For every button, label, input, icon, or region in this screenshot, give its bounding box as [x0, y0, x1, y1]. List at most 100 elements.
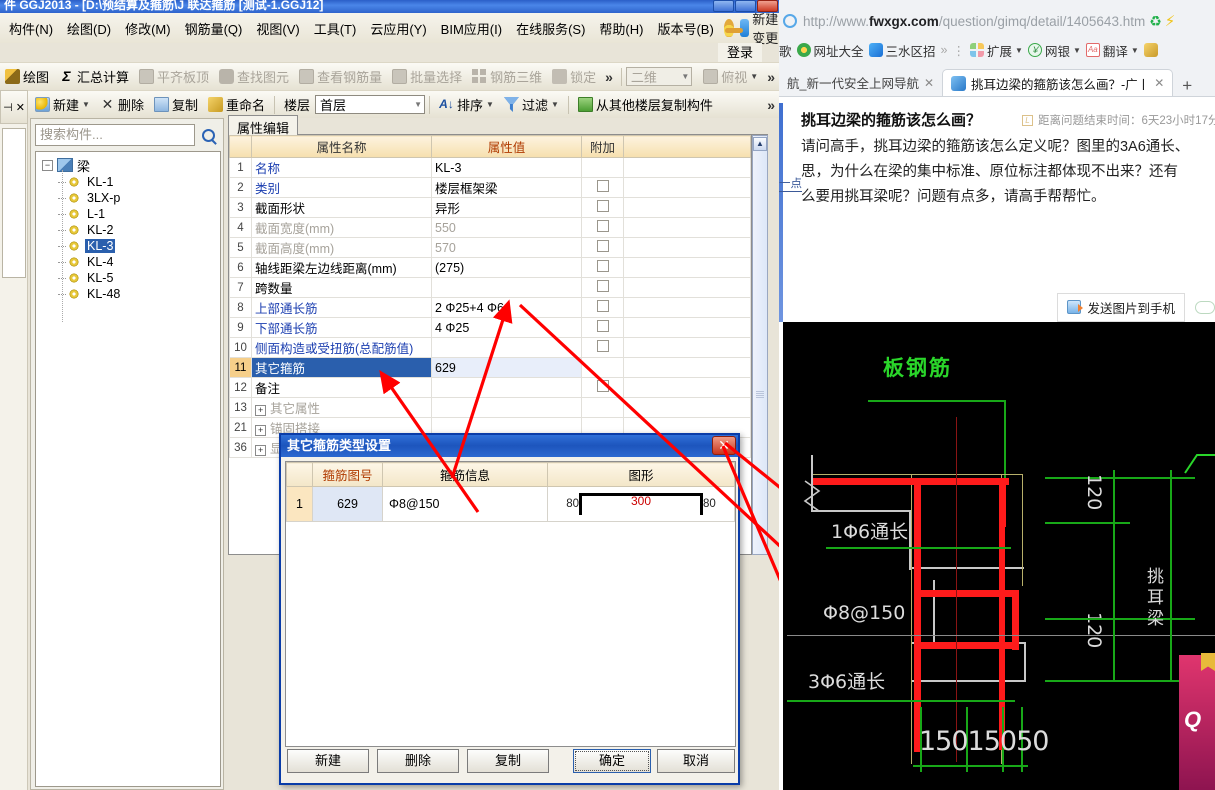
table-row[interactable]: 7 跨数量	[229, 277, 751, 298]
row-attach[interactable]	[581, 277, 624, 298]
refresh-icon[interactable]: ♻	[1145, 13, 1162, 30]
row-property-value[interactable]: 4 Φ25	[431, 317, 582, 338]
scroll-up-icon[interactable]: ▲	[753, 137, 767, 151]
ad-banner[interactable]: Q	[1179, 655, 1215, 790]
browser-tab-navigation[interactable]: 航_新一代安全上网导航 ✕	[779, 69, 942, 96]
pin-icon[interactable]: ⊣	[3, 101, 13, 114]
row-property-value[interactable]: (275)	[431, 257, 582, 278]
toolbar2-overflow-chevron[interactable]: »	[763, 97, 779, 113]
row-attach[interactable]	[581, 237, 624, 258]
row-attach[interactable]	[581, 157, 624, 178]
menu-item-modify[interactable]: 修改(M)	[118, 17, 178, 40]
menu-item-draw[interactable]: 绘图(D)	[60, 17, 118, 40]
delete-button[interactable]: 删除	[377, 749, 459, 773]
view-angle-button[interactable]: 俯视 ▼	[698, 65, 763, 88]
minimize-button[interactable]	[713, 0, 734, 12]
row-attach[interactable]	[581, 357, 624, 378]
toolbar-overflow-chevron[interactable]: »	[601, 69, 617, 85]
row-attach[interactable]	[581, 197, 624, 218]
floor-select[interactable]: 首层 ▼	[315, 95, 425, 114]
expand-icon[interactable]: +	[255, 445, 266, 456]
filter-button[interactable]: 过滤 ▼	[499, 93, 564, 116]
sort-button[interactable]: A↓ 排序 ▼	[434, 93, 499, 116]
toolbar-summary-calc-button[interactable]: Σ 汇总计算	[54, 65, 134, 88]
menu-item-cloud[interactable]: 云应用(Y)	[363, 17, 433, 40]
row-attach[interactable]	[581, 317, 624, 338]
extensions-button[interactable]: 扩展 ▼	[970, 41, 1023, 60]
table-row[interactable]: 1 629 Φ8@150 80 300 80	[286, 486, 735, 522]
new-tab-button[interactable]: +	[1173, 76, 1201, 96]
close-icon[interactable]: ✕	[1154, 76, 1164, 90]
tree-item-kl-1[interactable]: KL-1	[58, 174, 220, 190]
new-component-button[interactable]: 新建 ▼	[30, 93, 95, 116]
table-row[interactable]: 5 截面高度(mm) 570	[229, 237, 751, 258]
attach-checkbox[interactable]	[596, 320, 609, 332]
tree-item-kl-2[interactable]: KL-2	[58, 222, 220, 238]
toolbar-draw-button[interactable]: 绘图	[0, 65, 54, 88]
row-property-value[interactable]: 570	[431, 237, 582, 258]
bolt-icon[interactable]: ⚡	[1162, 12, 1176, 30]
tree-item-kl-5[interactable]: KL-5	[58, 270, 220, 286]
tree-item-l-1[interactable]: L-1	[58, 206, 220, 222]
menu-item-view[interactable]: 视图(V)	[249, 17, 306, 40]
row-attach[interactable]	[581, 297, 624, 318]
tree-root-beam[interactable]: − 梁	[42, 156, 220, 174]
table-row[interactable]: 10 侧面构造或受扭筋(总配筋值)	[229, 337, 751, 358]
shape-left-dim[interactable]: 80	[566, 498, 579, 510]
url-text[interactable]: http://www.fwxgx.com/question/gimq/detai…	[797, 14, 1145, 29]
login-button[interactable]: 登录	[717, 43, 762, 62]
attach-checkbox[interactable]	[596, 200, 609, 212]
table-row-selected[interactable]: 11 其它箍筋 629	[229, 357, 751, 378]
row-stirrup-code[interactable]: 629	[312, 486, 383, 522]
side-link-yidian[interactable]: 一点	[779, 175, 802, 192]
copy-component-button[interactable]: 复制	[149, 93, 203, 116]
attach-checkbox[interactable]	[596, 300, 609, 312]
expand-icon[interactable]: +	[255, 405, 266, 416]
expand-icon[interactable]: +	[255, 425, 266, 436]
menu-item-tools[interactable]: 工具(T)	[307, 17, 364, 40]
row-property-value[interactable]	[431, 377, 582, 398]
row-attach[interactable]	[581, 337, 624, 358]
table-row[interactable]: 13 + 其它属性	[229, 397, 751, 418]
close-icon[interactable]: ✕	[924, 76, 934, 90]
close-icon[interactable]: ✕	[712, 436, 736, 455]
bookmark-site-directory[interactable]: 网址大全	[796, 41, 864, 60]
online-bank-button[interactable]: ￥ 网银 ▼	[1027, 41, 1081, 60]
row-property-value[interactable]: 629	[431, 357, 582, 378]
tree-item-kl-4[interactable]: KL-4	[58, 254, 220, 270]
row-property-value[interactable]	[431, 337, 582, 358]
row-stirrup-info[interactable]: Φ8@150	[382, 486, 548, 522]
rename-component-button[interactable]: 重命名	[203, 93, 270, 116]
copy-button[interactable]: 复制	[467, 749, 549, 773]
table-row[interactable]: 9 下部通长筋 4 Φ25	[229, 317, 751, 338]
tree-item-kl-48[interactable]: KL-48	[58, 286, 220, 302]
property-scrollbar[interactable]: ▲	[752, 135, 768, 555]
tab-property-editor[interactable]: 属性编辑	[228, 115, 299, 136]
browser-tab-question[interactable]: 挑耳边梁的箍筋该怎么画？-广ㅣ ✕	[942, 69, 1174, 96]
view-mode-combo[interactable]: 二维 ▼	[625, 67, 693, 86]
table-row[interactable]: 1 名称 KL-3	[229, 157, 751, 178]
attach-checkbox[interactable]	[596, 260, 609, 272]
row-property-value[interactable]: 2 Φ25+4 Φ6	[431, 297, 582, 318]
scrollbar-grip[interactable]	[756, 391, 764, 399]
menu-item-online-service[interactable]: 在线服务(S)	[509, 17, 592, 40]
menu-item-version[interactable]: 版本号(B)	[650, 17, 720, 40]
helmet-icon[interactable]	[723, 19, 744, 37]
ok-button[interactable]: 确定	[573, 749, 651, 773]
menu-item-help[interactable]: 帮助(H)	[592, 17, 650, 40]
row-property-value[interactable]	[431, 277, 582, 298]
table-row[interactable]: 3 截面形状 异形	[229, 197, 751, 218]
menu-item-bim[interactable]: BIM应用(I)	[434, 17, 509, 40]
shape-right-dim[interactable]: 80	[703, 498, 716, 510]
toolbar-find-element-button[interactable]: 查找图元	[214, 65, 294, 88]
attach-checkbox[interactable]	[596, 380, 609, 392]
row-property-value[interactable]: KL-3	[431, 157, 582, 178]
bookmark-sanshui[interactable]: 三水区招	[868, 41, 936, 60]
shape-mid-dim[interactable]: 300	[579, 494, 703, 508]
row-attach[interactable]	[581, 257, 624, 278]
row-property-value[interactable]: 楼层框架梁	[431, 177, 582, 198]
attach-checkbox[interactable]	[596, 340, 609, 352]
toolbar-lock-button[interactable]: 锁定	[547, 65, 601, 88]
search-input[interactable]: 搜索构件...	[35, 124, 195, 146]
bookmark-music[interactable]: 歌	[779, 41, 792, 60]
